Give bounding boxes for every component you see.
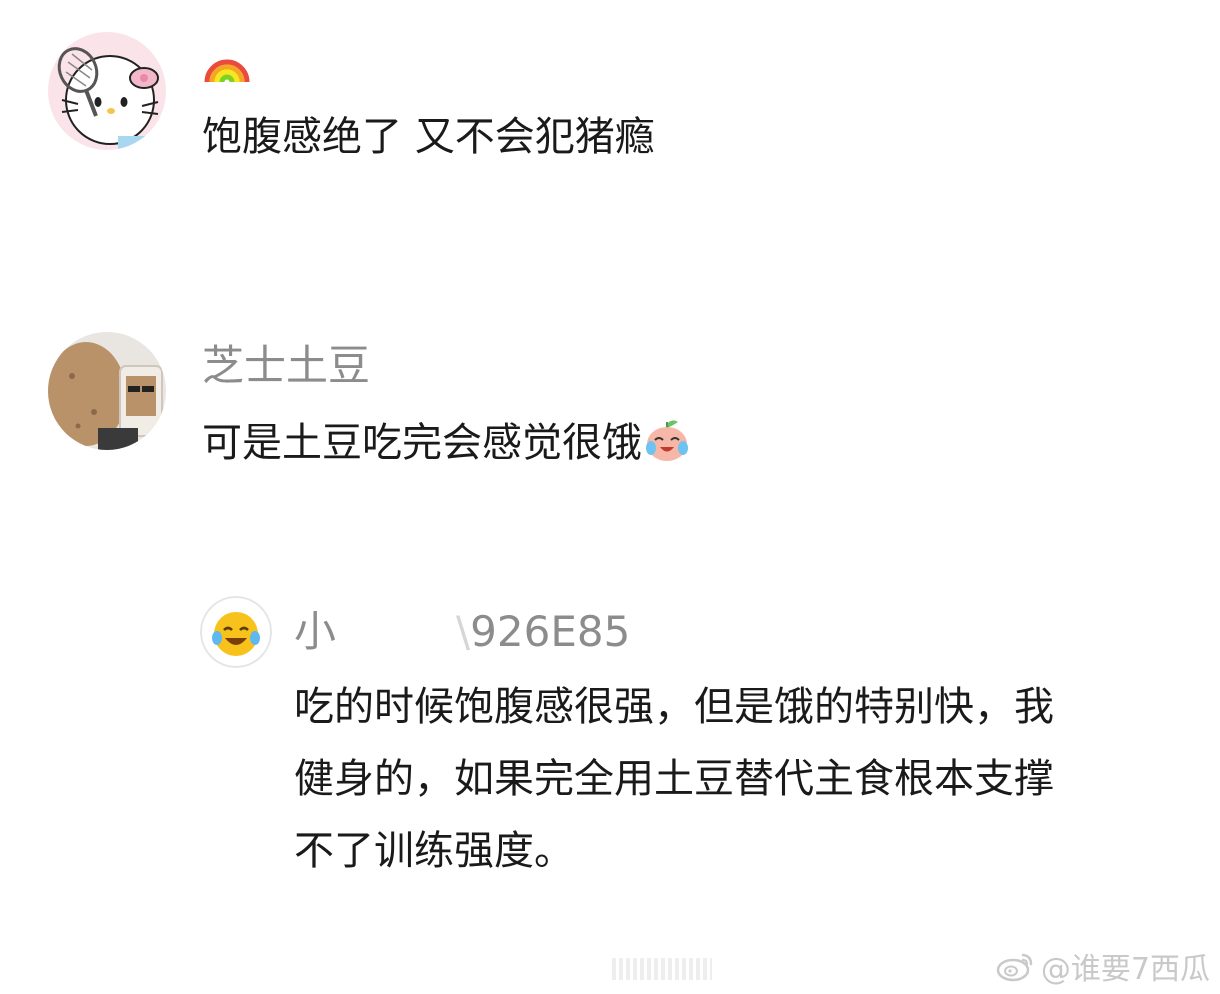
potato-avatar-icon (48, 332, 166, 450)
hello-kitty-avatar-icon (48, 32, 166, 150)
watermark-text: @谁要7西瓜 (1040, 952, 1210, 987)
comment-text-body: 可是土豆吃完会感觉很饿 (202, 420, 642, 466)
avatar[interactable] (200, 596, 272, 668)
reply-text-line: 吃的时候饱腹感很强，但是饿的特别快，我 (294, 684, 1054, 730)
avatar[interactable] (48, 332, 166, 450)
watermark: @谁要7西瓜 (995, 944, 1210, 988)
avatar[interactable] (48, 32, 166, 150)
laughing-emoji-avatar-icon (200, 596, 272, 668)
comment-text: 可是土豆吃完会感觉很饿 (202, 414, 692, 468)
comment-text: 饱腹感绝了 又不会犯猪瘾 (202, 114, 655, 160)
reply-text-line: 不了训练强度。 (294, 828, 574, 874)
reply-username-head: 小 (294, 607, 337, 656)
crying-laughing-peach-icon (642, 414, 692, 464)
reply-username[interactable]: 小 \926E85 (294, 606, 630, 658)
redacted-edge: \ (456, 607, 471, 656)
image-artifact (612, 958, 712, 980)
username[interactable]: 芝士土豆 (202, 340, 370, 392)
rainbow-icon (202, 40, 252, 90)
reply-username-tail: 926E85 (470, 607, 631, 656)
reply-text-line: 健身的，如果完全用土豆替代主食根本支撑 (294, 756, 1054, 802)
weibo-logo-icon (995, 949, 1035, 983)
